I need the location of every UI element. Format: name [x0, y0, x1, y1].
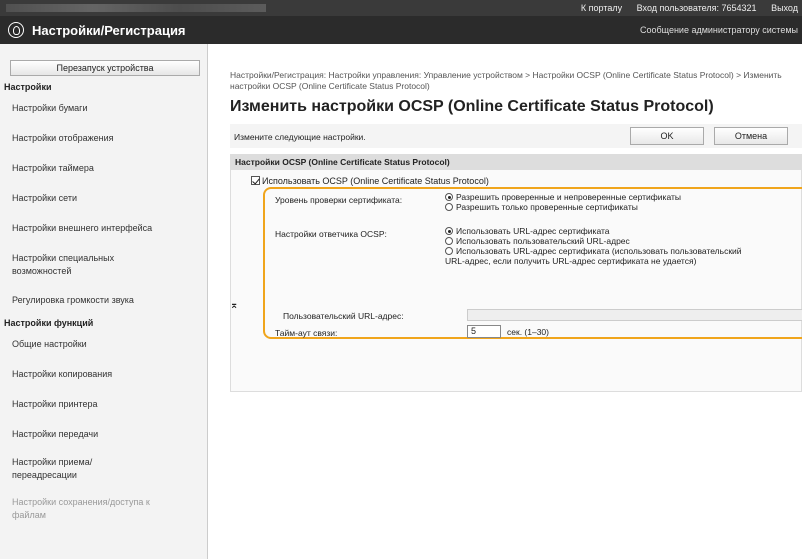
sidebar-item-storage[interactable]: Настройки сохранения/доступа к файлам — [12, 496, 152, 522]
radio-selected-icon[interactable] — [445, 227, 453, 235]
admin-message-link[interactable]: Сообщение администратору системы — [640, 25, 798, 35]
use-ocsp-checkbox[interactable] — [251, 176, 260, 185]
cancel-button[interactable]: Отмена — [714, 127, 788, 145]
ocsp-settings-section: Настройки OCSP (Online Certificate Statu… — [230, 154, 802, 392]
sidebar-item-common[interactable]: Общие настройки — [12, 338, 202, 351]
section-title: Настройки OCSP (Online Certificate Statu… — [231, 155, 801, 170]
sidebar-item-timer[interactable]: Настройки таймера — [12, 162, 202, 175]
page-title: Изменить настройки OCSP (Online Certific… — [230, 98, 714, 115]
top-bar: К порталу Вход пользователя: 7654321 Вых… — [0, 0, 802, 16]
timeout-unit: сек. (1–30) — [507, 327, 549, 337]
cert-level-label: Уровень проверки сертификата: — [275, 195, 403, 205]
radio-icon[interactable] — [445, 247, 453, 255]
sidebar-item-copy[interactable]: Настройки копирования — [12, 368, 202, 381]
settings-logo-icon — [8, 22, 24, 38]
sidebar-item-volume[interactable]: Регулировка громкости звука — [12, 294, 202, 307]
blurred-url — [6, 4, 266, 12]
scroll-top-icon[interactable]: ⌅ — [230, 300, 238, 311]
custom-url-label: Пользовательский URL-адрес: — [283, 311, 404, 321]
logout-link[interactable]: Выход — [771, 3, 798, 13]
radio-selected-icon[interactable] — [445, 193, 453, 201]
responder-option-cert-url[interactable]: Использовать URL-адрес сертификата — [445, 227, 610, 236]
responder-option-custom-url[interactable]: Использовать пользовательский URL-адрес — [445, 237, 630, 246]
timeout-input[interactable]: 5 — [467, 325, 501, 338]
settings-heading: Настройки — [4, 82, 52, 92]
app-header: Настройки/Регистрация Сообщение админист… — [0, 16, 802, 44]
ok-button[interactable]: OK — [630, 127, 704, 145]
sidebar-item-receive[interactable]: Настройки приема/переадресации — [12, 456, 102, 482]
breadcrumb: Настройки/Регистрация: Настройки управле… — [230, 70, 782, 91]
sidebar-item-accessibility[interactable]: Настройки специальных возможностей — [12, 252, 142, 278]
sidebar-item-interface[interactable]: Настройки внешнего интерфейса — [12, 222, 202, 235]
sidebar: Перезапуск устройства Настройки Настройк… — [0, 44, 208, 559]
timeout-label: Тайм-аут связи: — [275, 328, 338, 338]
description-text: Измените следующие настройки. — [234, 132, 366, 142]
action-bar: Измените следующие настройки. OK Отмена — [230, 124, 802, 148]
custom-url-input[interactable] — [467, 309, 802, 321]
login-user: Вход пользователя: 7654321 — [636, 3, 757, 13]
responder-option-fallback[interactable]: Использовать URL-адрес сертификата (испо… — [445, 247, 742, 256]
responder-label: Настройки ответчика OCSP: — [275, 229, 387, 239]
functions-heading: Настройки функций — [4, 318, 94, 328]
sidebar-item-network[interactable]: Настройки сети — [12, 192, 202, 205]
restart-device-button[interactable]: Перезапуск устройства — [10, 60, 200, 76]
portal-link[interactable]: К порталу — [581, 3, 622, 13]
cert-level-option-all[interactable]: Разрешить проверенные и непроверенные се… — [445, 193, 681, 202]
responder-option-fallback-cont: URL-адрес, если получить URL-адрес серти… — [445, 256, 697, 266]
sidebar-item-send[interactable]: Настройки передачи — [12, 428, 202, 441]
use-ocsp-row[interactable]: Использовать OCSP (Online Certificate St… — [251, 176, 489, 186]
sidebar-item-display[interactable]: Настройки отображения — [12, 132, 202, 145]
use-ocsp-label: Использовать OCSP (Online Certificate St… — [262, 176, 489, 186]
sidebar-item-printer[interactable]: Настройки принтера — [12, 398, 202, 411]
radio-icon[interactable] — [445, 237, 453, 245]
main-content: Настройки/Регистрация: Настройки управле… — [208, 44, 802, 559]
radio-icon[interactable] — [445, 203, 453, 211]
app-title: Настройки/Регистрация — [32, 23, 186, 38]
sidebar-item-paper[interactable]: Настройки бумаги — [12, 102, 202, 115]
cert-level-option-verified[interactable]: Разрешить только проверенные сертификаты — [445, 203, 638, 212]
